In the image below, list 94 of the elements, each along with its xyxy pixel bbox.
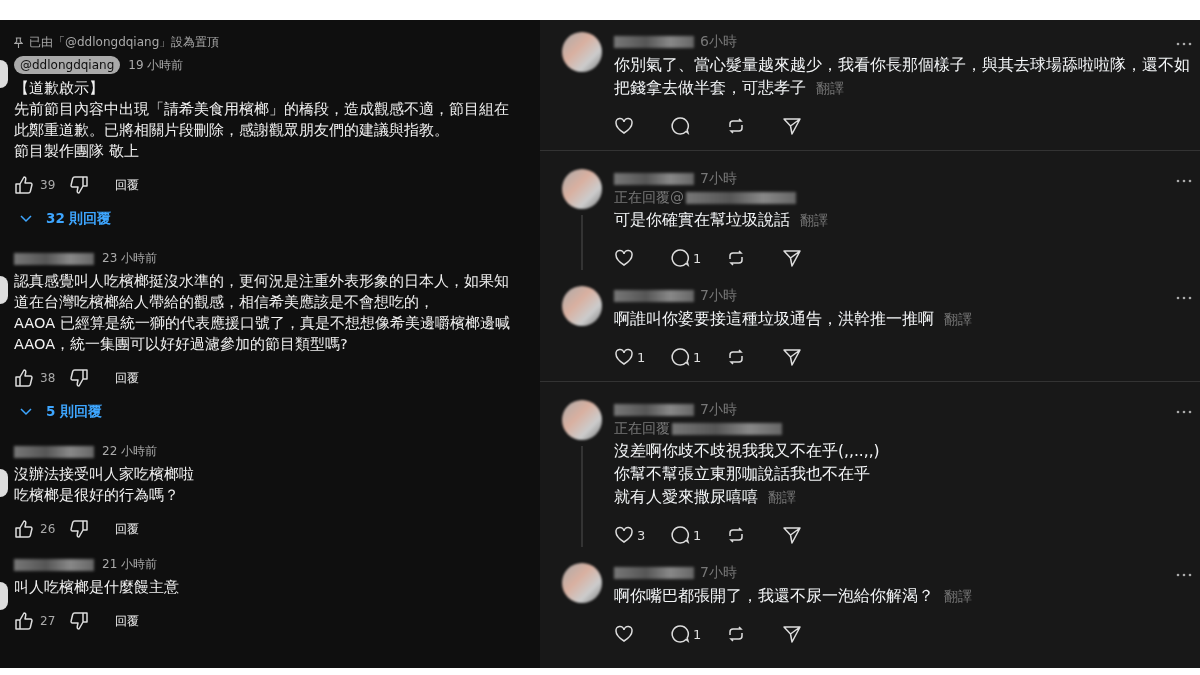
avatar-placeholder [562, 32, 602, 72]
repost-icon[interactable] [726, 248, 746, 268]
comment-time: 22 小時前 [102, 443, 158, 460]
pin-icon [14, 37, 23, 48]
avatar-placeholder [562, 286, 602, 326]
reply-count: 1 [693, 527, 702, 543]
more-icon[interactable] [1176, 410, 1192, 414]
comment-time: 19 小時前 [128, 56, 184, 74]
pinned-note: 已由「@ddlongdqiang」設為置頂 [29, 34, 220, 51]
chevron-down-icon [20, 215, 32, 223]
more-icon[interactable] [1176, 296, 1192, 300]
repost-icon[interactable] [726, 116, 746, 136]
post-text: 啊你嘴巴都張開了，我還不尿一泡給你解渴？ 翻譯 [614, 586, 973, 607]
replying-to-label: 正在回覆 [614, 420, 670, 438]
post-text: 啊誰叫你婆要接這種垃圾通告，洪幹推一推啊 翻譯 [614, 309, 973, 330]
heart-icon[interactable] [614, 248, 634, 268]
comment-time: 23 小時前 [102, 250, 158, 267]
view-replies-button[interactable]: 5 則回覆 [14, 395, 109, 429]
post-text: 沒差啊你歧不歧視我我又不在乎(,,..,,) [614, 441, 881, 462]
like-count: 1 [637, 349, 646, 365]
repost-icon[interactable] [726, 347, 746, 367]
reply-button[interactable]: 回覆 [109, 608, 146, 634]
comment-text: 沒辦法接受叫人家吃檳榔啦 [14, 465, 195, 484]
reply-button[interactable]: 回覆 [109, 516, 146, 542]
share-icon[interactable] [782, 624, 802, 644]
comment-text: 節目製作團隊 敬上 [14, 142, 140, 161]
avatar-placeholder [0, 582, 8, 610]
comment-text: 先前節目內容中出現「請希美食用檳榔」的橋段，造成觀感不適，節目組在此鄭重道歉。已將相關片段刪除，感謝觀眾朋友們的建議與指教。 [14, 100, 510, 140]
thumbs-up-icon[interactable] [14, 175, 34, 195]
like-count: 39 [40, 178, 56, 192]
view-replies-button[interactable]: 32 則回覆 [14, 202, 118, 236]
heart-icon[interactable] [614, 347, 634, 367]
thumbs-down-icon[interactable] [69, 611, 90, 631]
reply-count: 1 [693, 349, 702, 365]
like-count: 26 [40, 522, 56, 536]
avatar-placeholder [562, 563, 602, 603]
heart-icon[interactable] [614, 116, 634, 136]
thumbs-up-icon[interactable] [14, 611, 34, 631]
comment-text: 【道歉啟示】 [14, 79, 105, 98]
like-count: 3 [637, 527, 646, 543]
comment-time: 21 小時前 [102, 556, 158, 573]
thumbs-down-icon[interactable] [69, 519, 90, 539]
post-time: 7小時 [700, 401, 737, 419]
post-text: 你別氣了、當心髮量越來越少，我看你長那個樣子，與其去球場舔啦啦隊，還不如把錢拿去做半套，可悲孝子 翻譯 [614, 55, 1190, 99]
comment-icon[interactable] [670, 248, 690, 268]
thumbs-up-icon[interactable] [14, 519, 34, 539]
avatar-placeholder [562, 169, 602, 209]
post-time: 7小時 [700, 170, 737, 188]
comment-text: 認真感覺叫人吃檳榔挺沒水準的，更何況是注重外表形象的日本人，如果知道在台灣吃檳榔給人帶給的觀感，相信希美應該是不會想吃的， [14, 272, 510, 312]
avatar-placeholder [562, 400, 602, 440]
reply-count: 1 [693, 250, 702, 266]
avatar-placeholder [0, 469, 8, 497]
comment-icon[interactable] [670, 116, 690, 136]
comment-icon[interactable] [670, 624, 690, 644]
avatar-placeholder [0, 276, 8, 304]
share-icon[interactable] [782, 248, 802, 268]
chevron-down-icon [20, 408, 32, 416]
avatar-placeholder [0, 60, 8, 88]
comment-icon[interactable] [670, 347, 690, 367]
thumbs-down-icon[interactable] [69, 368, 90, 388]
share-icon[interactable] [782, 116, 802, 136]
comment-text: 叫人吃檳榔是什麼饅主意 [14, 578, 180, 597]
reply-button[interactable]: 回覆 [109, 172, 146, 198]
share-icon[interactable] [782, 347, 802, 367]
repost-icon[interactable] [726, 525, 746, 545]
more-icon[interactable] [1176, 42, 1192, 46]
post-time: 7小時 [700, 287, 737, 305]
thumbs-up-icon[interactable] [14, 368, 34, 388]
comment-text: AAOA 已經算是統一獅的代表應援口號了，真是不想想像希美邊嚼檳榔邊喊AAOA，統一集團可以好好過濾參加的節目類型嗎? [14, 314, 511, 354]
repost-icon[interactable] [726, 624, 746, 644]
translate-link[interactable]: 翻譯 [944, 588, 972, 604]
reply-count: 1 [693, 626, 702, 642]
heart-icon[interactable] [614, 525, 634, 545]
replying-to-label: 正在回覆@ [614, 189, 684, 207]
like-count: 27 [40, 614, 56, 628]
thumbs-down-icon[interactable] [69, 175, 90, 195]
more-icon[interactable] [1176, 179, 1192, 183]
comment-text: 吃檳榔是很好的行為嗎？ [14, 486, 180, 505]
translate-link[interactable]: 翻譯 [800, 212, 828, 228]
comment-icon[interactable] [670, 525, 690, 545]
share-icon[interactable] [782, 525, 802, 545]
post-text: 你幫不幫張立東那咖說話我也不在乎 [614, 464, 871, 485]
heart-icon[interactable] [614, 624, 634, 644]
translate-link[interactable]: 翻譯 [816, 80, 844, 96]
post-time: 6小時 [700, 33, 737, 51]
translate-link[interactable]: 翻譯 [944, 311, 972, 327]
translate-link[interactable]: 翻譯 [768, 489, 796, 505]
more-icon[interactable] [1176, 573, 1192, 577]
reply-button[interactable]: 回覆 [109, 365, 146, 391]
post-text: 就有人愛來撒尿嘻嘻 翻譯 [614, 487, 797, 508]
post-time: 7小時 [700, 564, 737, 582]
like-count: 38 [40, 371, 56, 385]
post-text: 可是你確實在幫垃圾說話 翻譯 [614, 210, 829, 231]
author-badge[interactable]: @ddlongdqiang [14, 56, 121, 74]
